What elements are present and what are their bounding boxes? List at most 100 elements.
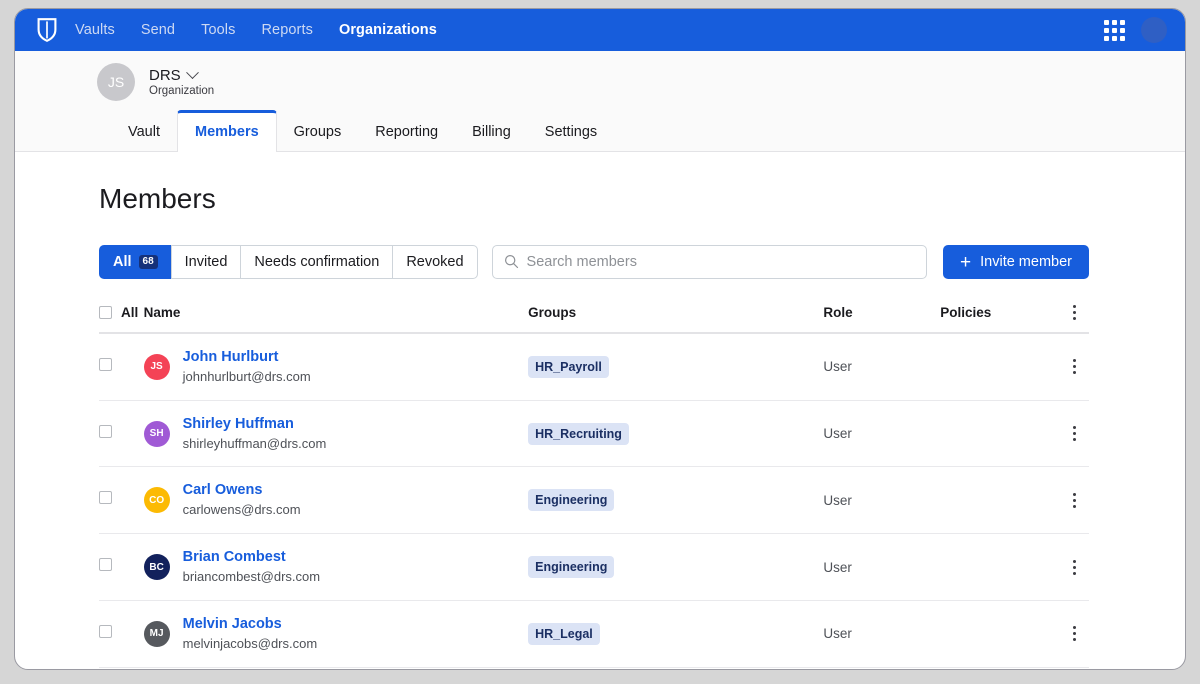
column-options-icon[interactable] <box>1059 305 1089 320</box>
row-checkbox[interactable] <box>99 558 112 572</box>
main-content: Members All 68 Invited Needs confirmatio… <box>15 183 1185 669</box>
row-checkbox[interactable] <box>99 491 112 505</box>
group-chip[interactable]: Engineering <box>528 489 615 512</box>
row-policies <box>940 533 1060 601</box>
row-checkbox[interactable] <box>99 624 112 638</box>
organization-identity: JS DRS Organization <box>15 63 1185 109</box>
tab-billing[interactable]: Billing <box>455 110 528 152</box>
row-name-cell: MJ Melvin Jacobs melvinjacobs@drs.com <box>143 600 529 668</box>
row-options-icon[interactable] <box>1059 626 1089 642</box>
table-row[interactable]: MJ Melvin Jacobs melvinjacobs@drs.com HR… <box>99 600 1089 668</box>
row-name-cell: SH Shirley Huffman shirleyhuffman@drs.co… <box>143 400 529 468</box>
organization-avatar: JS <box>97 63 135 101</box>
row-role: User <box>823 600 941 668</box>
members-table-body: JS John Hurlburt johnhurlburt@drs.com HR… <box>99 333 1089 669</box>
row-options-icon[interactable] <box>1059 426 1089 442</box>
nav-link-organizations[interactable]: Organizations <box>339 22 437 38</box>
row-options-cell[interactable] <box>1059 333 1089 401</box>
tab-groups[interactable]: Groups <box>277 110 359 152</box>
filter-all-label: All <box>113 254 132 270</box>
group-chip[interactable]: Engineering <box>528 556 615 579</box>
members-toolbar: All 68 Invited Needs confirmation Revoke… <box>99 245 1089 279</box>
header-name: Name <box>143 305 529 334</box>
row-options-cell[interactable] <box>1059 533 1089 601</box>
header-policies: Policies <box>940 305 1060 334</box>
shield-logo-icon[interactable] <box>37 18 57 42</box>
row-checkbox[interactable] <box>99 357 112 371</box>
member-name-link[interactable]: Brian Combest <box>183 549 286 565</box>
row-checkbox[interactable] <box>99 424 112 438</box>
table-row[interactable]: SH Shirley Huffman shirleyhuffman@drs.co… <box>99 400 1089 468</box>
member-avatar: SH <box>143 420 170 447</box>
search-field-wrapper <box>491 245 928 279</box>
tab-members[interactable]: Members <box>176 110 277 152</box>
row-options-cell[interactable] <box>1059 600 1089 668</box>
row-policies <box>940 400 1060 468</box>
member-email: melvinjacobs@drs.com <box>182 635 318 651</box>
row-options-icon[interactable] <box>1059 359 1089 375</box>
row-options-cell[interactable] <box>1059 667 1089 669</box>
header-column-options[interactable] <box>1059 305 1089 334</box>
page-title: Members <box>99 183 216 214</box>
tab-reporting[interactable]: Reporting <box>358 110 455 152</box>
row-groups-cell: HR_Legal <box>528 600 824 668</box>
row-options-cell[interactable] <box>1059 400 1089 468</box>
row-name-cell: BC Brian Combest briancombest@drs.com <box>143 533 529 601</box>
filter-all-count-badge: 68 <box>138 255 158 269</box>
members-table-header: All Name Groups Role Policies <box>99 305 1089 334</box>
filter-revoked[interactable]: Revoked <box>392 245 478 279</box>
nav-link-vaults[interactable]: Vaults <box>75 22 115 38</box>
member-avatar: MJ <box>143 620 170 647</box>
row-role: User <box>823 533 941 601</box>
group-chip[interactable]: HR_Recruiting <box>528 422 629 445</box>
table-row[interactable]: CO Carl Owens carlowens@drs.com Engineer… <box>99 466 1089 535</box>
select-all-checkbox[interactable] <box>99 306 112 319</box>
app-window: Vaults Send Tools Reports Organizations … <box>14 8 1186 670</box>
table-row[interactable]: JS John Hurlburt johnhurlburt@drs.com HR… <box>99 333 1089 401</box>
invite-member-label: Invite member <box>980 254 1072 270</box>
group-chip[interactable]: HR_Payroll <box>528 355 609 378</box>
filter-invited[interactable]: Invited <box>170 245 241 279</box>
tab-settings[interactable]: Settings <box>528 110 614 152</box>
table-row[interactable]: BC Brian Combest briancombest@drs.com En… <box>99 533 1089 601</box>
group-chip[interactable]: HR_Legal <box>528 622 600 645</box>
row-select-cell <box>99 466 144 535</box>
row-options-icon[interactable] <box>1059 559 1089 575</box>
filter-all[interactable]: All 68 <box>99 245 171 279</box>
member-avatar: CO <box>143 487 170 514</box>
nav-link-tools[interactable]: Tools <box>201 22 235 38</box>
plus-icon: + <box>960 251 972 273</box>
invite-member-button[interactable]: + Invite member <box>943 245 1089 279</box>
apps-grid-icon[interactable] <box>1104 19 1125 41</box>
tab-vault[interactable]: Vault <box>111 110 177 152</box>
status-filter-group: All 68 Invited Needs confirmation Revoke… <box>99 245 478 279</box>
member-avatar: BC <box>143 554 170 581</box>
nav-link-reports[interactable]: Reports <box>261 22 312 38</box>
member-name-link[interactable]: Shirley Huffman <box>183 416 294 432</box>
row-policies <box>940 466 1060 535</box>
row-policies <box>940 333 1060 401</box>
row-select-cell <box>99 333 144 401</box>
organization-tabs: Vault Members Groups Reporting Billing S… <box>15 109 1185 152</box>
row-role: User <box>823 333 941 401</box>
row-role: User <box>823 400 941 468</box>
member-name-link[interactable]: Carl Owens <box>183 482 263 498</box>
row-options-icon[interactable] <box>1059 492 1089 508</box>
account-avatar[interactable] <box>1141 17 1167 43</box>
row-groups-cell: Engineering <box>528 533 824 601</box>
table-row[interactable]: ER Eleanor Raphael eleanorraphael@drs.co… <box>99 667 1089 669</box>
row-name-cell: JS John Hurlburt johnhurlburt@drs.com <box>143 333 529 401</box>
row-name-cell: CO Carl Owens carlowens@drs.com <box>143 466 529 535</box>
search-input[interactable] <box>491 245 928 279</box>
row-options-cell[interactable] <box>1059 466 1089 535</box>
row-groups-cell: HR_Recruiting <box>528 667 824 669</box>
row-groups-cell: HR_Recruiting <box>528 400 824 468</box>
member-name-link[interactable]: Melvin Jacobs <box>183 616 282 632</box>
nav-link-send[interactable]: Send <box>141 22 175 38</box>
member-email: carlowens@drs.com <box>182 502 301 518</box>
member-email: shirleyhuffman@drs.com <box>182 435 327 451</box>
top-navigation-bar: Vaults Send Tools Reports Organizations <box>15 9 1185 51</box>
filter-needs-confirmation[interactable]: Needs confirmation <box>240 245 393 279</box>
member-name-link[interactable]: John Hurlburt <box>183 349 279 365</box>
organization-switcher[interactable]: DRS <box>149 66 214 84</box>
